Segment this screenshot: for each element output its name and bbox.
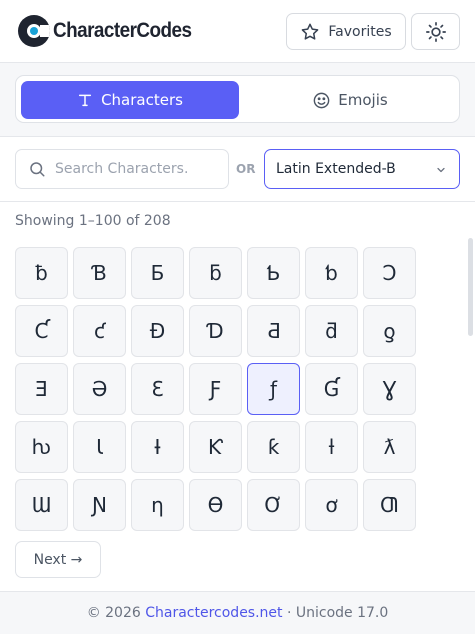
- search-box[interactable]: [15, 149, 229, 189]
- header: CharacterCodes Favorites: [0, 0, 475, 63]
- footer-site-link[interactable]: Charactercodes.net: [145, 605, 282, 621]
- tab-emojis[interactable]: Emojis: [245, 81, 455, 119]
- character-cell[interactable]: Ɩ: [73, 421, 126, 473]
- sun-icon: [425, 21, 446, 42]
- character-cell[interactable]: Ƙ: [189, 421, 242, 473]
- character-cell[interactable]: Ɨ: [131, 421, 184, 473]
- character-cell[interactable]: Ơ: [247, 479, 300, 531]
- character-cell[interactable]: Ɯ: [15, 479, 68, 531]
- logo-icon: [18, 15, 50, 47]
- character-cell[interactable]: ƞ: [131, 479, 184, 531]
- next-page-button[interactable]: Next →: [15, 541, 101, 578]
- results-count: Showing 1–100 of 208: [15, 213, 171, 229]
- character-cell[interactable]: Ƃ: [131, 247, 184, 299]
- tab-emojis-label: Emojis: [338, 91, 388, 109]
- character-cell[interactable]: ƌ: [305, 305, 358, 357]
- logo[interactable]: CharacterCodes: [18, 15, 207, 47]
- logo-text: CharacterCodes: [53, 19, 192, 42]
- character-cell[interactable]: ƚ: [305, 421, 358, 473]
- smiley-icon: [313, 92, 330, 108]
- character-cell[interactable]: ƍ: [363, 305, 416, 357]
- character-cell[interactable]: ƀ: [15, 247, 68, 299]
- footer-unicode-version: · Unicode 17.0: [282, 605, 389, 621]
- character-cell[interactable]: ƙ: [247, 421, 300, 473]
- character-cell[interactable]: Ƅ: [247, 247, 300, 299]
- character-cell[interactable]: Ɵ: [189, 479, 242, 531]
- character-cell[interactable]: ƈ: [73, 305, 126, 357]
- tabs-area: Characters Emojis: [0, 63, 475, 137]
- character-cell[interactable]: Ƈ: [15, 305, 68, 357]
- chevron-down-icon: [437, 167, 445, 173]
- character-cell[interactable]: Ƣ: [363, 479, 416, 531]
- or-label: OR: [236, 162, 256, 176]
- search-icon: [30, 162, 45, 177]
- character-cell[interactable]: ơ: [305, 479, 358, 531]
- tab-bar: Characters Emojis: [15, 75, 460, 123]
- character-cell[interactable]: Ƒ: [189, 363, 242, 415]
- favorites-label: Favorites: [328, 23, 392, 40]
- character-cell[interactable]: Ɖ: [131, 305, 184, 357]
- search-area: OR Latin Extended-B: [0, 137, 475, 202]
- character-cell[interactable]: ƕ: [15, 421, 68, 473]
- scrollbar-thumb[interactable]: [468, 238, 473, 336]
- tab-characters-label: Characters: [101, 91, 183, 109]
- character-cell[interactable]: Ɣ: [363, 363, 416, 415]
- character-cell[interactable]: ƅ: [305, 247, 358, 299]
- character-grid: ƀƁƂƃƄƅƆ ƇƈƉƊƋƌƍ ƎƏƐƑƒƓƔƕƖƗƘƙƚƛ ƜƝƞƟƠơƢ: [15, 247, 416, 531]
- character-cell[interactable]: Ɔ: [363, 247, 416, 299]
- theme-toggle-button[interactable]: [411, 13, 460, 50]
- tab-characters[interactable]: Characters: [21, 81, 239, 119]
- character-cell[interactable]: Ɓ: [73, 247, 126, 299]
- character-cell[interactable]: Ɗ: [189, 305, 242, 357]
- favorites-button[interactable]: Favorites: [286, 13, 406, 50]
- character-cell[interactable]: Ɲ: [73, 479, 126, 531]
- character-cell[interactable]: Ǝ: [15, 363, 68, 415]
- footer-copyright: © 2026: [86, 605, 146, 621]
- character-cell[interactable]: ƃ: [189, 247, 242, 299]
- character-cell[interactable]: Ɠ: [305, 363, 358, 415]
- unicode-block-select[interactable]: Latin Extended-B: [264, 149, 460, 189]
- character-cell[interactable]: Ƌ: [247, 305, 300, 357]
- character-cell[interactable]: ƛ: [363, 421, 416, 473]
- character-cell[interactable]: ƒ: [247, 363, 300, 415]
- text-icon: [78, 94, 92, 107]
- unicode-block-value: Latin Extended-B: [276, 161, 396, 177]
- star-icon: [302, 23, 319, 40]
- footer: © 2026 Charactercodes.net · Unicode 17.0: [0, 591, 475, 634]
- character-cell[interactable]: Ɛ: [131, 363, 184, 415]
- search-input[interactable]: [55, 161, 223, 177]
- character-cell[interactable]: Ə: [73, 363, 126, 415]
